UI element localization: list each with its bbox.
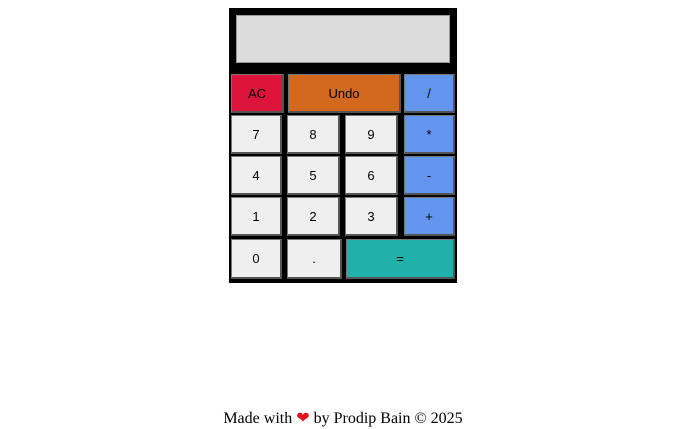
digit-0-button[interactable]: 0	[231, 239, 282, 279]
minus-button[interactable]: -	[404, 156, 455, 195]
equals-button[interactable]: =	[346, 239, 455, 279]
digit-1-button[interactable]: 1	[231, 197, 282, 236]
clear-button[interactable]: AC	[231, 74, 284, 113]
digit-9-button[interactable]: 9	[345, 115, 398, 154]
footer-prefix: Made with	[223, 410, 293, 427]
digit-4-button[interactable]: 4	[231, 156, 282, 195]
digit-2-button[interactable]: 2	[287, 197, 340, 236]
digit-8-button[interactable]: 8	[287, 115, 340, 154]
plus-button[interactable]: +	[404, 197, 455, 236]
multiply-button[interactable]: *	[404, 115, 455, 154]
undo-button[interactable]: Undo	[288, 74, 401, 113]
digit-3-button[interactable]: 3	[345, 197, 398, 236]
digit-5-button[interactable]: 5	[287, 156, 340, 195]
footer: Made with ❤ by Prodip Bain © 2025	[0, 409, 686, 429]
digit-7-button[interactable]: 7	[231, 115, 282, 154]
heart-icon: ❤	[296, 410, 310, 427]
calculator-display	[236, 15, 450, 63]
footer-credit: by Prodip Bain © 2025	[313, 410, 463, 427]
digit-6-button[interactable]: 6	[345, 156, 398, 195]
decimal-button[interactable]: .	[287, 239, 342, 279]
calculator: AC Undo / 7 8 9 * 4 5 6 - 1 2 3 + 0 . =	[229, 8, 457, 283]
divide-button[interactable]: /	[404, 74, 455, 113]
